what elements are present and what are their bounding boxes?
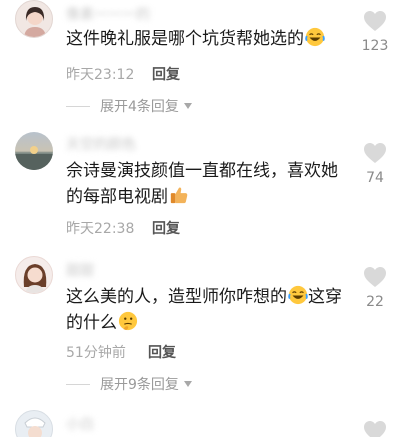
comment-time: 51分钟前 [66, 345, 126, 361]
heart-icon [363, 142, 387, 164]
comment-time: 昨天22:38 [66, 221, 135, 237]
like-button[interactable]: 22 [352, 266, 398, 310]
comment-time: 昨天23:12 [66, 67, 135, 83]
heart-icon [363, 266, 387, 288]
laughing-tears-emoji-icon [305, 27, 325, 47]
username[interactable]: 像素一一一的 [66, 4, 150, 24]
comment-item: 天空的颜色 佘诗曼演技颜值一直都在线，喜欢她 的每部电视剧 昨天22:38 回复… [0, 130, 410, 240]
like-count: 22 [366, 294, 384, 310]
username[interactable]: 甜甜 [66, 260, 94, 280]
avatar[interactable] [15, 256, 53, 294]
like-count: 123 [361, 38, 389, 54]
like-button[interactable] [352, 420, 398, 437]
comment-text: 这么美的人，造型师你咋想的 这穿 的什么 [66, 285, 342, 333]
reply-button[interactable]: 回复 [152, 64, 180, 84]
thumbs-up-emoji-icon [169, 185, 189, 205]
thinking-emoji-icon [118, 311, 138, 331]
like-button[interactable]: 74 [352, 142, 398, 186]
avatar[interactable] [15, 410, 53, 437]
like-button[interactable]: 123 [352, 10, 398, 54]
avatar[interactable] [15, 0, 53, 38]
comment-text: 这件晚礼服是哪个坑货帮她选的 [66, 26, 356, 52]
comment-item: 小白 [0, 408, 410, 437]
comment-item: 像素一一一的 这件晚礼服是哪个坑货帮她选的 昨天23:12 回复 123 展开4… [0, 0, 410, 120]
laughing-tears-emoji-icon [288, 285, 308, 305]
divider-line [66, 105, 90, 107]
like-count: 74 [366, 170, 384, 186]
heart-icon [363, 420, 387, 437]
caret-down-icon [183, 381, 192, 387]
avatar[interactable] [15, 132, 53, 170]
username[interactable]: 小白 [66, 414, 94, 434]
expand-replies-button[interactable]: 展开4条回复 [66, 96, 193, 116]
heart-icon [363, 10, 387, 32]
reply-button[interactable]: 回复 [148, 342, 176, 362]
username[interactable]: 天空的颜色 [66, 134, 136, 154]
expand-replies-button[interactable]: 展开9条回复 [66, 374, 193, 394]
comment-text: 佘诗曼演技颜值一直都在线，喜欢她 的每部电视剧 [66, 161, 338, 207]
comment-item: 甜甜 这么美的人，造型师你咋想的 这穿 的什么 51分钟前 回复 22 展开9条回… [0, 256, 410, 396]
reply-button[interactable]: 回复 [152, 218, 180, 238]
caret-down-icon [183, 103, 192, 109]
divider-line [66, 383, 90, 385]
